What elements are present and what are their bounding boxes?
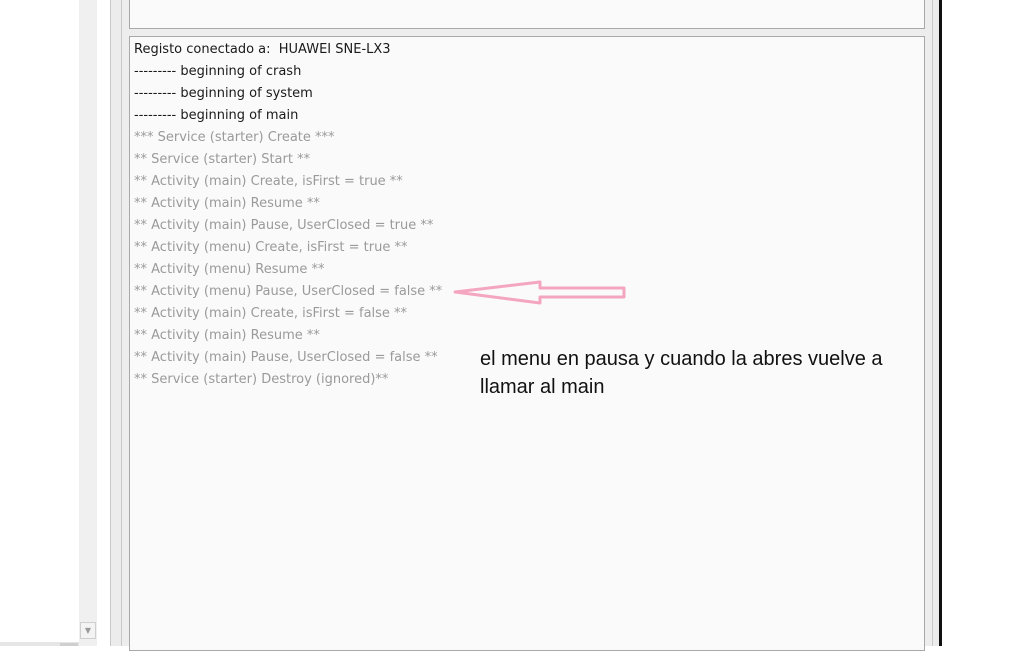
scroll-down-button[interactable]: ▼ — [80, 622, 96, 639]
log-line: ** Service (starter) Start ** — [134, 152, 311, 167]
log-line: ** Activity (main) Create, isFirst = tru… — [134, 174, 403, 189]
chevron-down-icon: ▼ — [84, 626, 92, 635]
annotation-text: el menu en pausa y cuando la abres vuelv… — [480, 348, 883, 398]
log-line: ** Activity (menu) Create, isFirst = tru… — [134, 240, 408, 255]
log-lines: Registo conectado a: HUAWEI SNE-LX3 -----… — [134, 39, 442, 391]
top-panel — [129, 0, 925, 29]
log-line: ** Activity (menu) Pause, UserClosed = f… — [134, 284, 443, 299]
log-line: ** Service (starter) Destroy (ignored)** — [134, 372, 389, 387]
log-line: *** Service (starter) Create *** — [134, 130, 335, 145]
log-line: ** Activity (main) Resume ** — [134, 196, 320, 211]
arrow-left-icon — [453, 280, 626, 305]
arrow-annotation — [453, 280, 626, 305]
log-line: --------- beginning of system — [134, 86, 313, 101]
log-line: ** Activity (main) Pause, UserClosed = t… — [134, 218, 434, 233]
log-line: ** Activity (menu) Resume ** — [134, 262, 325, 277]
left-scrollbar-track[interactable] — [79, 0, 97, 646]
log-line: --------- beginning of main — [134, 108, 299, 123]
log-line: --------- beginning of crash — [134, 64, 302, 79]
log-line: ** Activity (main) Resume ** — [134, 328, 320, 343]
log-line: ** Activity (main) Pause, UserClosed = f… — [134, 350, 438, 365]
log-line: Registo conectado a: HUAWEI SNE-LX3 — [134, 42, 391, 57]
log-line: ** Activity (main) Create, isFirst = fal… — [134, 306, 408, 321]
window-edge — [939, 0, 942, 646]
